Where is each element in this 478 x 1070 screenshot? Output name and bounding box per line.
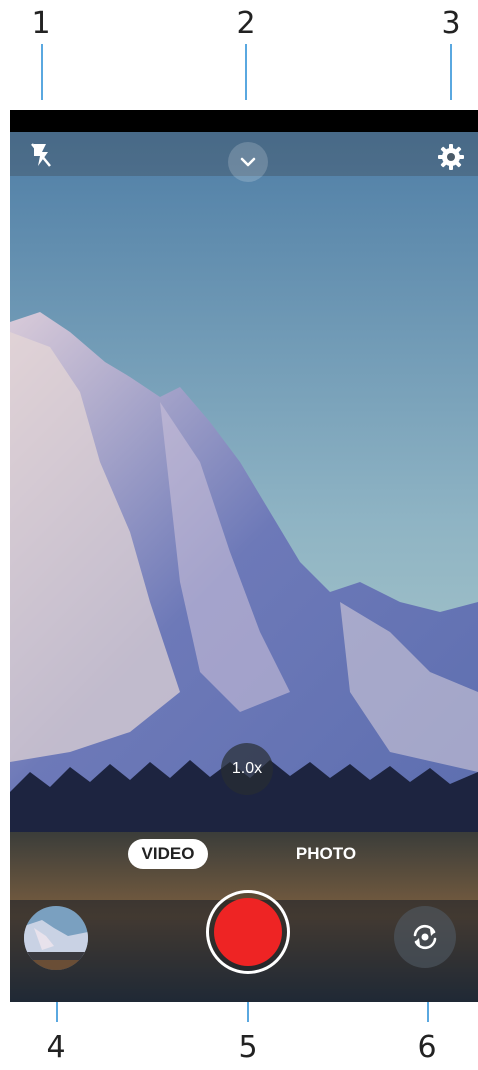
chevron-down-icon[interactable] bbox=[228, 142, 268, 182]
callout-6: 6 bbox=[417, 1030, 437, 1065]
record-button-core bbox=[214, 898, 282, 966]
callout-line-1 bbox=[41, 44, 43, 100]
callout-line-2 bbox=[245, 44, 247, 100]
zoom-button[interactable]: 1.0x bbox=[221, 743, 273, 795]
viewfinder bbox=[10, 132, 478, 1002]
gallery-thumbnail[interactable] bbox=[24, 906, 88, 970]
callout-2: 2 bbox=[236, 6, 256, 41]
gear-icon[interactable] bbox=[434, 140, 468, 174]
top-bar bbox=[10, 132, 478, 182]
camera-switch-icon[interactable] bbox=[394, 906, 456, 968]
gallery-thumbnail-image bbox=[24, 906, 88, 970]
callout-5: 5 bbox=[238, 1030, 258, 1065]
callout-line-3 bbox=[450, 44, 452, 100]
callout-3: 3 bbox=[441, 6, 461, 41]
callout-1: 1 bbox=[31, 6, 51, 41]
callout-4: 4 bbox=[46, 1030, 66, 1065]
camera-screen: 1.0x VIDEO PHOTO bbox=[10, 110, 478, 1002]
flash-off-icon[interactable] bbox=[26, 140, 56, 170]
mode-video-tab[interactable]: VIDEO bbox=[128, 839, 208, 869]
record-button[interactable] bbox=[206, 890, 290, 974]
mode-photo-tab[interactable]: PHOTO bbox=[284, 839, 368, 869]
viewfinder-image bbox=[10, 132, 478, 1002]
